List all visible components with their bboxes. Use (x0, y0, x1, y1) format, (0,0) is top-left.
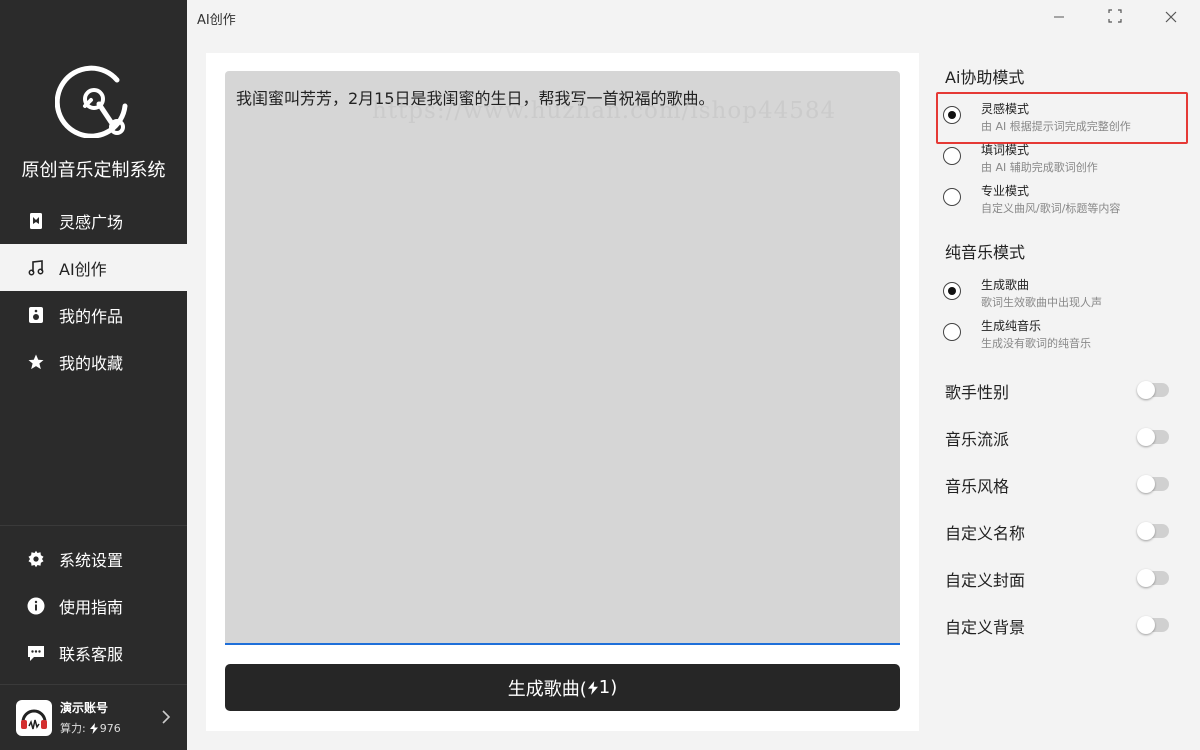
radio-lyrics-mode[interactable]: 填词模式 由 AI 辅助完成歌词创作 (941, 137, 1171, 175)
nav-label: 使用指南 (59, 597, 124, 617)
nav-item-guide[interactable]: 使用指南 (0, 582, 187, 629)
singer-gender-toggle[interactable] (1137, 381, 1169, 399)
generate-suffix: ) (610, 677, 618, 698)
nav-item-my-works[interactable]: 我的作品 (0, 291, 187, 338)
radio-button[interactable] (943, 106, 961, 124)
nav-label: 灵感广场 (59, 212, 124, 232)
app-logo-icon (54, 60, 133, 139)
toggle-label: 音乐风格 (945, 477, 1010, 496)
toggle-row-custom-name: 自定义名称 (945, 515, 1185, 545)
toggle-row-singer-gender: 歌手性别 (945, 374, 1185, 404)
nav-label: 联系客服 (59, 644, 124, 664)
nav-item-ai-create[interactable]: AI创作 (0, 244, 187, 291)
toggle-label: 自定义名称 (945, 524, 1026, 543)
radio-button[interactable] (943, 147, 961, 165)
nav-item-support[interactable]: 联系客服 (0, 629, 187, 676)
close-icon (1165, 8, 1177, 27)
toggle-row-custom-background: 自定义背景 (945, 609, 1185, 639)
main-nav: 灵感广场 AI创作 我的作品 我的收藏 (0, 197, 187, 385)
bolt-icon (89, 722, 98, 734)
radio-desc: 歌词生效歌曲中出现人声 (981, 296, 1102, 309)
pure-mode-title: 纯音乐模式 (945, 243, 1026, 262)
custom-name-toggle[interactable] (1137, 522, 1169, 540)
custom-background-toggle[interactable] (1137, 616, 1169, 634)
radio-label: 生成歌曲 (981, 278, 1030, 292)
radio-button[interactable] (943, 323, 961, 341)
nav-item-favorites[interactable]: 我的收藏 (0, 338, 187, 385)
style-toggle[interactable] (1137, 475, 1169, 493)
toggle-row-genre: 音乐流派 (945, 421, 1185, 451)
maximize-button[interactable] (1092, 0, 1138, 34)
radio-label: 填词模式 (981, 143, 1030, 157)
speaker-icon (27, 306, 45, 324)
account-info: 演示账号 算力: 976 (60, 699, 121, 736)
generate-cost: 1 (598, 677, 611, 698)
toggle-row-style: 音乐风格 (945, 468, 1185, 498)
power-label: 算力: (60, 722, 86, 735)
nav-item-inspiration[interactable]: 灵感广场 (0, 197, 187, 244)
editor-panel: 生成歌曲( 1 ) (206, 53, 919, 731)
music-note-icon (27, 259, 45, 277)
assist-mode-title: Ai协助模式 (945, 68, 1025, 87)
radio-pro-mode[interactable]: 专业模式 自定义曲风/歌词/标题等内容 (941, 178, 1171, 216)
radio-button[interactable] (943, 282, 961, 300)
custom-cover-toggle[interactable] (1137, 569, 1169, 587)
close-button[interactable] (1148, 0, 1194, 34)
nav-label: 我的作品 (59, 306, 124, 326)
power-value: 976 (99, 721, 121, 735)
radio-generate-instrumental[interactable]: 生成纯音乐 生成没有歌词的纯音乐 (941, 313, 1171, 351)
nav-label: 我的收藏 (59, 353, 124, 373)
title-bar: AI创作 (187, 0, 1200, 34)
generate-song-button[interactable]: 生成歌曲( 1 ) (225, 664, 900, 711)
gear-icon (27, 550, 45, 568)
account-power: 算力: 976 (60, 720, 121, 736)
minimize-button[interactable] (1036, 0, 1082, 34)
prompt-input[interactable] (225, 71, 900, 645)
bookmark-icon (27, 212, 45, 230)
radio-label: 生成纯音乐 (981, 319, 1042, 333)
info-icon (27, 597, 45, 615)
app-name: 原创音乐定制系统 (21, 160, 166, 181)
radio-label: 灵感模式 (981, 102, 1030, 116)
genre-toggle[interactable] (1137, 428, 1169, 446)
chevron-right-icon[interactable] (161, 709, 171, 729)
toggle-label: 自定义背景 (945, 618, 1026, 637)
chat-icon (27, 644, 45, 662)
radio-desc: 由 AI 根据提示词完成完整创作 (981, 120, 1131, 133)
radio-desc: 生成没有歌词的纯音乐 (981, 337, 1091, 350)
toggle-label: 音乐流派 (945, 430, 1010, 449)
toggle-row-custom-cover: 自定义封面 (945, 562, 1185, 592)
avatar (16, 699, 52, 736)
radio-label: 专业模式 (981, 184, 1030, 198)
toggle-label: 自定义封面 (945, 571, 1026, 590)
minimize-icon (1053, 8, 1065, 27)
radio-generate-song[interactable]: 生成歌曲 歌词生效歌曲中出现人声 (941, 272, 1171, 310)
window-title: AI创作 (197, 13, 236, 28)
generate-label: 生成歌曲( (507, 678, 587, 700)
bottom-nav: 系统设置 使用指南 联系客服 (0, 525, 187, 676)
bolt-icon (587, 680, 598, 695)
nav-item-settings[interactable]: 系统设置 (0, 535, 187, 582)
nav-label: AI创作 (59, 259, 107, 279)
radio-inspiration-mode[interactable]: 灵感模式 由 AI 根据提示词完成完整创作 (936, 92, 1188, 144)
radio-button[interactable] (943, 188, 961, 206)
toggle-label: 歌手性别 (945, 383, 1010, 402)
sidebar: 原创音乐定制系统 灵感广场 AI创作 我的作品 我的收藏 系统设置 使用指南 联… (0, 0, 187, 750)
fullscreen-icon (1108, 8, 1122, 27)
radio-desc: 由 AI 辅助完成歌词创作 (981, 161, 1098, 174)
radio-desc: 自定义曲风/歌词/标题等内容 (981, 202, 1121, 215)
account-panel[interactable]: 演示账号 算力: 976 (0, 684, 187, 750)
star-icon (27, 353, 45, 371)
account-name: 演示账号 (60, 701, 109, 715)
nav-label: 系统设置 (59, 550, 124, 570)
